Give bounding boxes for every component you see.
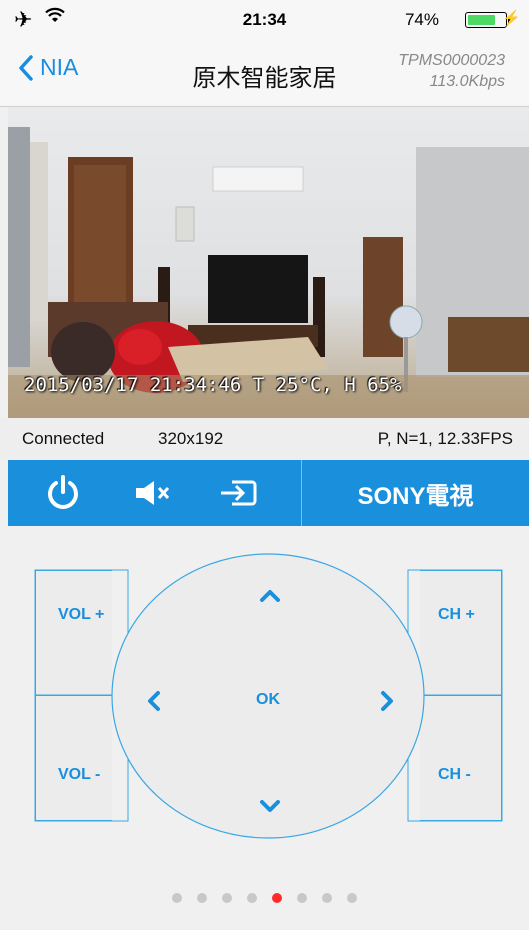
device-id: TPMS0000023 [398,52,505,69]
page-dot[interactable] [197,893,207,903]
stream-resolution: 320x192 [158,429,224,448]
dpad-right-button[interactable] [370,681,404,721]
page-dot[interactable] [347,893,357,903]
device-info: TPMS0000023 113.0Kbps [398,50,505,92]
right-arrow-icon [381,691,393,711]
status-time: 21:34 [242,10,287,29]
nav-bar: NIA 原木智能家居 TPMS0000023 113.0Kbps [0,40,529,107]
charging-icon: ⚡ [502,10,521,27]
page-dot[interactable] [322,893,332,903]
power-button[interactable] [38,460,88,526]
input-source-icon [221,480,257,506]
battery-percent: 74% [404,10,439,29]
page-dot[interactable] [247,893,257,903]
remote-pad: VOL + VOL - CH + CH - OK [0,526,529,930]
left-arrow-icon [148,691,160,711]
stream-info-bar: Connected 320x192 P, N=1, 12.33FPS [0,418,529,460]
page-dot[interactable] [172,893,182,903]
dpad-down-button[interactable] [250,790,290,824]
connection-status: Connected [22,429,105,448]
ch-down-label: CH - [438,766,471,783]
page-dot[interactable] [272,893,282,903]
dpad-up-button[interactable] [250,580,290,614]
dpad-left-button[interactable] [138,681,172,721]
page-dot[interactable] [297,893,307,903]
room-scene [8,127,529,418]
control-bar: SONY電視 [8,460,529,526]
mute-icon [136,481,170,505]
down-arrow-icon [260,800,280,812]
vol-up-label: VOL + [58,606,105,623]
bitrate: 113.0Kbps [429,73,505,90]
status-bar: ✈ 21:34 74% ⚡ [0,0,529,40]
ok-button[interactable]: OK [256,691,280,709]
video-timestamp-overlay: 2015/03/17 21:34:46 T 25°C, H 65% [24,374,402,396]
power-icon [48,475,78,509]
camera-video-feed[interactable]: 2015/03/17 21:34:46 T 25°C, H 65% [8,107,529,418]
stream-stats: P, N=1, 12.33FPS [377,429,513,448]
device-selector[interactable]: SONY電視 [302,460,529,526]
page-dot[interactable] [222,893,232,903]
battery-icon [465,12,511,28]
ch-up-label: CH + [438,606,475,623]
vol-down-label: VOL - [58,766,101,783]
up-arrow-icon [260,590,280,602]
battery-fill [468,15,495,25]
page-indicator[interactable] [0,893,529,903]
input-source-button[interactable] [213,460,263,526]
mute-button[interactable] [128,460,178,526]
